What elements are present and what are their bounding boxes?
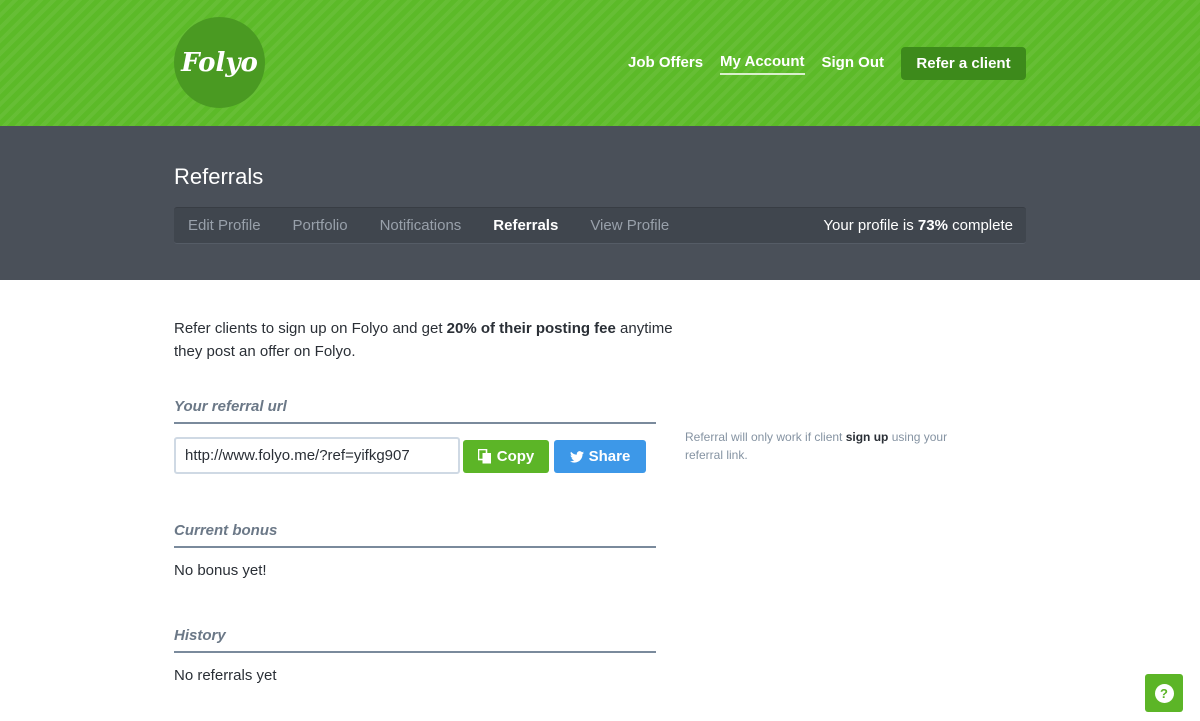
account-tabs: Edit Profile Portfolio Notifications Ref… [174,207,1026,244]
copy-button[interactable]: Copy [463,440,549,473]
page-title: Referrals [174,164,264,189]
main-nav: Job Offers My Account Sign Out Refer a c… [611,47,1026,80]
nav-my-account[interactable]: My Account [720,53,805,75]
nav-job-offers[interactable]: Job Offers [628,54,703,74]
history-text: No referrals yet [174,667,277,684]
folyo-logo[interactable]: Folyo [174,17,265,108]
hint-text-bold: sign up [845,430,889,444]
intro-text-1: Refer clients to sign up on Folyo and ge… [174,320,447,337]
history-heading: History [174,627,656,653]
tab-portfolio[interactable]: Portfolio [293,217,348,234]
account-subheader: Referrals Edit Profile Portfolio Notific… [0,126,1200,280]
profile-completion-suffix: complete [947,217,1013,234]
intro-text-bold: 20% of their posting fee [446,320,616,337]
nav-sign-out[interactable]: Sign Out [822,54,885,74]
twitter-icon [569,450,584,463]
referral-url-heading: Your referral url [174,398,656,424]
tab-view-profile[interactable]: View Profile [590,217,669,234]
refer-a-client-button[interactable]: Refer a client [901,47,1026,80]
share-label: Share [588,448,631,465]
referral-url-input[interactable] [174,437,460,474]
tab-notifications[interactable]: Notifications [380,217,462,234]
profile-completion-value: 73% [917,217,948,234]
profile-completion: Your profile is 73% complete [823,217,1013,234]
help-icon: ? [1154,683,1174,703]
site-header: Folyo Job Offers My Account Sign Out Ref… [0,0,1200,126]
hint-text-1: Referral will only work if client [685,430,846,444]
referral-intro: Refer clients to sign up on Folyo and ge… [174,317,674,363]
current-bonus-heading: Current bonus [174,522,656,548]
current-bonus-text: No bonus yet! [174,562,267,579]
share-button[interactable]: Share [554,440,646,473]
tab-edit-profile[interactable]: Edit Profile [188,217,261,234]
tab-referrals[interactable]: Referrals [493,217,558,234]
help-button[interactable]: ? [1145,674,1183,712]
profile-completion-prefix: Your profile is [823,217,918,234]
copy-label: Copy [496,448,535,465]
copy-icon [477,449,492,464]
referral-hint: Referral will only work if client sign u… [685,428,965,464]
